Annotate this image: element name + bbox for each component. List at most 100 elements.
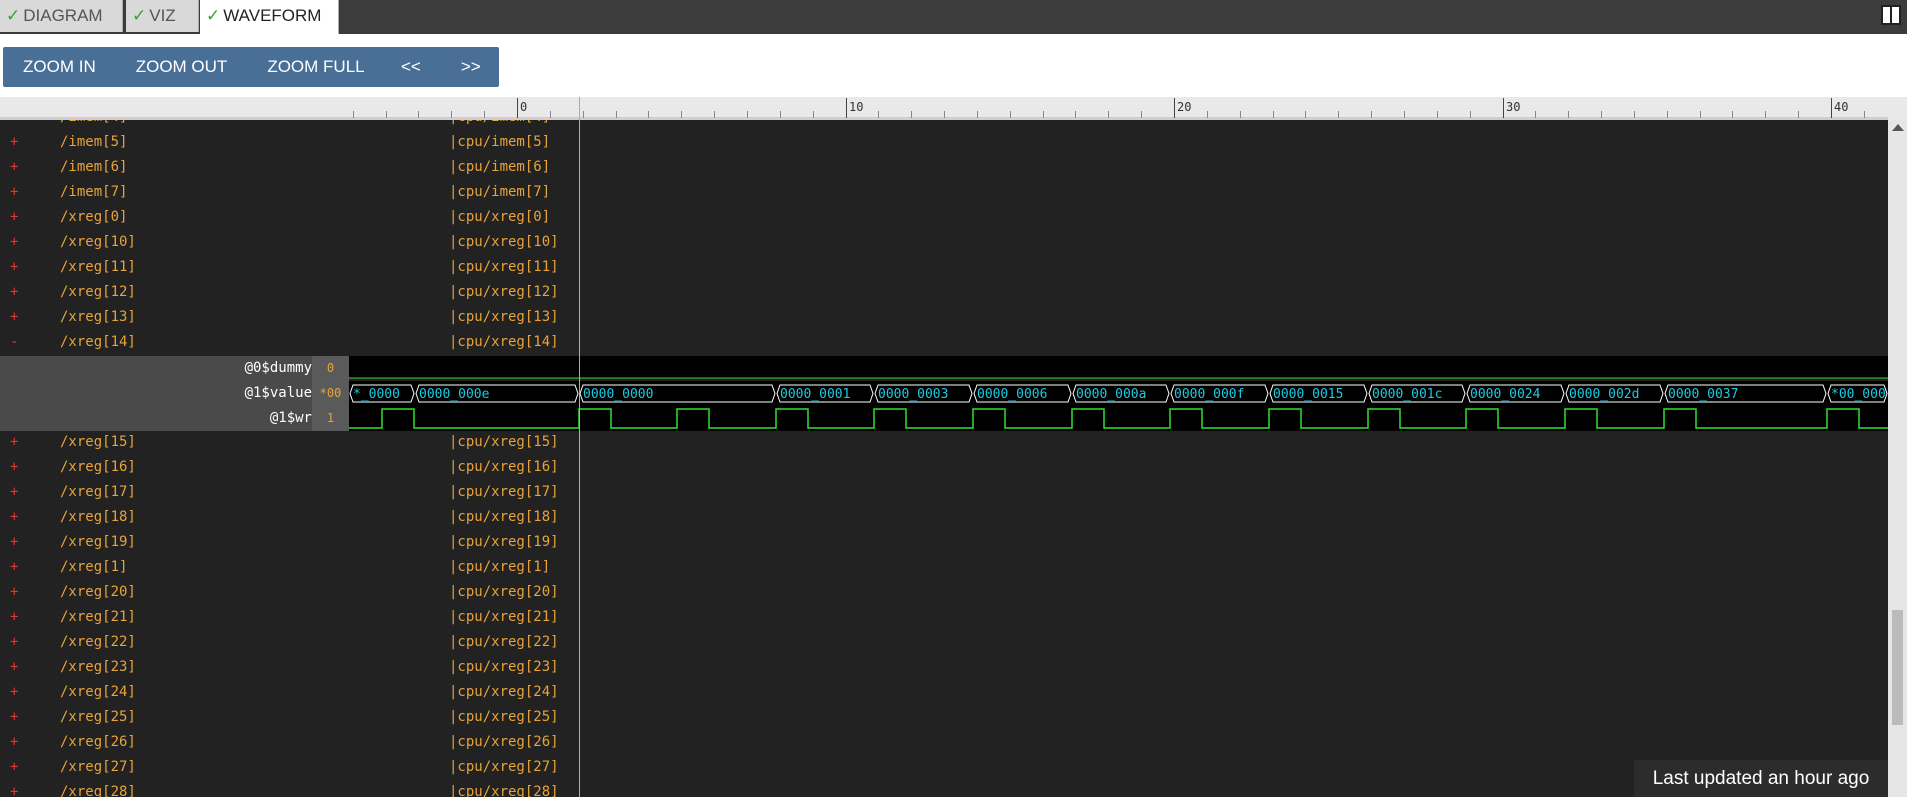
expand-toggle-icon[interactable]: +	[10, 534, 18, 550]
bus-value-label: 0000_0037	[1668, 387, 1738, 402]
ruler-tick	[550, 111, 551, 118]
signal-row[interactable]: + /xreg[10] |cpu/xreg[10]	[0, 231, 580, 256]
signal-name: /xreg[22]	[60, 634, 136, 650]
signal-row[interactable]: + /xreg[11] |cpu/xreg[11]	[0, 256, 580, 281]
signal-path: |cpu/xreg[15]	[449, 434, 559, 450]
ruler-tick	[648, 111, 649, 118]
signal-row[interactable]: + /imem[6] |cpu/imem[6]	[0, 156, 580, 181]
zoom-out-button[interactable]: ZOOM OUT	[116, 47, 248, 87]
signal-row[interactable]: + /xreg[20] |cpu/xreg[20]	[0, 581, 580, 606]
expand-toggle-icon[interactable]: +	[10, 484, 18, 500]
expand-toggle-icon[interactable]: +	[10, 284, 18, 300]
expanded-signal-row[interactable]: @0$dummy 0	[0, 356, 349, 381]
bus-value-label: 0000_000a	[1076, 387, 1146, 402]
expand-toggle-icon[interactable]: +	[10, 559, 18, 575]
expand-toggle-icon[interactable]: +	[10, 459, 18, 475]
ruler-tick	[1798, 111, 1799, 118]
expand-toggle-icon[interactable]: +	[10, 184, 18, 200]
expand-toggle-icon[interactable]: +	[10, 659, 18, 675]
signal-name: /xreg[25]	[60, 709, 136, 725]
signal-row[interactable]: + /xreg[13] |cpu/xreg[13]	[0, 306, 580, 331]
scroll-right-button[interactable]: >>	[443, 47, 499, 87]
ruler-tick	[1043, 111, 1044, 118]
signal-name: /xreg[14]	[60, 334, 136, 350]
signal-row[interactable]: + /xreg[21] |cpu/xreg[21]	[0, 606, 580, 631]
signal-path: |cpu/xreg[12]	[449, 284, 559, 300]
signal-row[interactable]: - /xreg[14] |cpu/xreg[14]	[0, 331, 580, 356]
scroll-button-group: << >>	[379, 47, 499, 87]
ruler-tick	[878, 111, 879, 118]
expand-toggle-icon[interactable]: +	[10, 259, 18, 275]
signal-row[interactable]: + /xreg[27] |cpu/xreg[27]	[0, 756, 580, 781]
expand-toggle-icon[interactable]: +	[10, 584, 18, 600]
signal-row[interactable]: + /xreg[22] |cpu/xreg[22]	[0, 631, 580, 656]
expand-toggle-icon[interactable]: +	[10, 134, 18, 150]
signal-row[interactable]: + /xreg[19] |cpu/xreg[19]	[0, 531, 580, 556]
expanded-signal-row[interactable]: @1$value *00	[0, 381, 349, 406]
expanded-signal-row[interactable]: @1$wr 1	[0, 406, 349, 431]
scroll-left-button[interactable]: <<	[379, 47, 443, 87]
expand-toggle-icon[interactable]: +	[10, 120, 18, 125]
bus-value-label: 0000_001c	[1372, 387, 1442, 402]
ruler-tick	[1667, 111, 1668, 118]
scroll-up-icon[interactable]	[1892, 124, 1904, 131]
tab-waveform[interactable]: ✓ WAVEFORM	[200, 0, 339, 34]
signal-row[interactable]: + /xreg[0] |cpu/xreg[0]	[0, 206, 580, 231]
signal-current-value: 1	[312, 406, 349, 431]
expand-toggle-icon[interactable]: +	[10, 309, 18, 325]
scrollbar-thumb[interactable]	[1892, 610, 1903, 725]
signal-row[interactable]: + /xreg[25] |cpu/xreg[25]	[0, 706, 580, 731]
signal-row[interactable]: + /imem[4] |cpu/imem[4]	[0, 120, 580, 131]
expand-toggle-icon[interactable]: -	[10, 334, 18, 350]
signal-name: /xreg[27]	[60, 759, 136, 775]
ruler-tick	[1404, 111, 1405, 118]
expand-toggle-icon[interactable]: +	[10, 784, 18, 797]
signal-row[interactable]: + /xreg[16] |cpu/xreg[16]	[0, 456, 580, 481]
ruler-tick	[1470, 111, 1471, 118]
expand-toggle-icon[interactable]: +	[10, 434, 18, 450]
waveform-viewer: + /imem[4] |cpu/imem[4] + /imem[5] |cpu/imem[…	[0, 120, 1888, 797]
expand-toggle-icon[interactable]: +	[10, 684, 18, 700]
ruler-tick	[451, 111, 452, 118]
signal-path: |cpu/xreg[10]	[449, 234, 559, 250]
expand-toggle-icon[interactable]: +	[10, 709, 18, 725]
signal-path: |cpu/xreg[26]	[449, 734, 559, 750]
expand-toggle-icon[interactable]: +	[10, 759, 18, 775]
signal-name: /xreg[26]	[60, 734, 136, 750]
ruler-tick	[1108, 111, 1109, 118]
signal-name: /imem[7]	[60, 184, 128, 200]
signal-row[interactable]: + /imem[5] |cpu/imem[5]	[0, 131, 580, 156]
zoom-button-group: ZOOM IN ZOOM OUT ZOOM FULL	[3, 47, 385, 87]
signal-name: /xreg[10]	[60, 234, 136, 250]
signal-row[interactable]: + /xreg[28] |cpu/xreg[28]	[0, 781, 580, 797]
expand-toggle-icon[interactable]: +	[10, 609, 18, 625]
tab-diagram[interactable]: ✓ DIAGRAM	[0, 0, 123, 32]
vertical-scrollbar[interactable]	[1888, 120, 1907, 797]
signal-row[interactable]: + /xreg[15] |cpu/xreg[15]	[0, 431, 580, 456]
signal-row[interactable]: + /xreg[18] |cpu/xreg[18]	[0, 506, 580, 531]
signal-row[interactable]: + /xreg[12] |cpu/xreg[12]	[0, 281, 580, 306]
expand-toggle-icon[interactable]: +	[10, 734, 18, 750]
zoom-full-button[interactable]: ZOOM FULL	[247, 47, 384, 87]
signal-row[interactable]: + /xreg[24] |cpu/xreg[24]	[0, 681, 580, 706]
signal-row[interactable]: + /imem[7] |cpu/imem[7]	[0, 181, 580, 206]
signal-row[interactable]: + /xreg[1] |cpu/xreg[1]	[0, 556, 580, 581]
expand-toggle-icon[interactable]: +	[10, 509, 18, 525]
tab-label: DIAGRAM	[23, 6, 103, 25]
signal-name: /xreg[12]	[60, 284, 136, 300]
signal-row[interactable]: + /xreg[17] |cpu/xreg[17]	[0, 481, 580, 506]
signal-row[interactable]: + /xreg[26] |cpu/xreg[26]	[0, 731, 580, 756]
expand-toggle-icon[interactable]: +	[10, 209, 18, 225]
time-cursor[interactable]	[579, 97, 580, 797]
split-panel-icon[interactable]	[1881, 5, 1901, 25]
expand-toggle-icon[interactable]: +	[10, 634, 18, 650]
ruler-major-tick	[1174, 98, 1175, 118]
signal-name: /imem[4]	[60, 120, 127, 125]
expand-toggle-icon[interactable]: +	[10, 159, 18, 175]
time-ruler[interactable]: 0 10 20 30 40	[0, 97, 1907, 120]
signal-row[interactable]: + /xreg[23] |cpu/xreg[23]	[0, 656, 580, 681]
expand-toggle-icon[interactable]: +	[10, 234, 18, 250]
bus-value-label: *_0000	[353, 387, 400, 402]
tab-viz[interactable]: ✓ VIZ	[126, 0, 199, 32]
zoom-in-button[interactable]: ZOOM IN	[3, 47, 116, 87]
